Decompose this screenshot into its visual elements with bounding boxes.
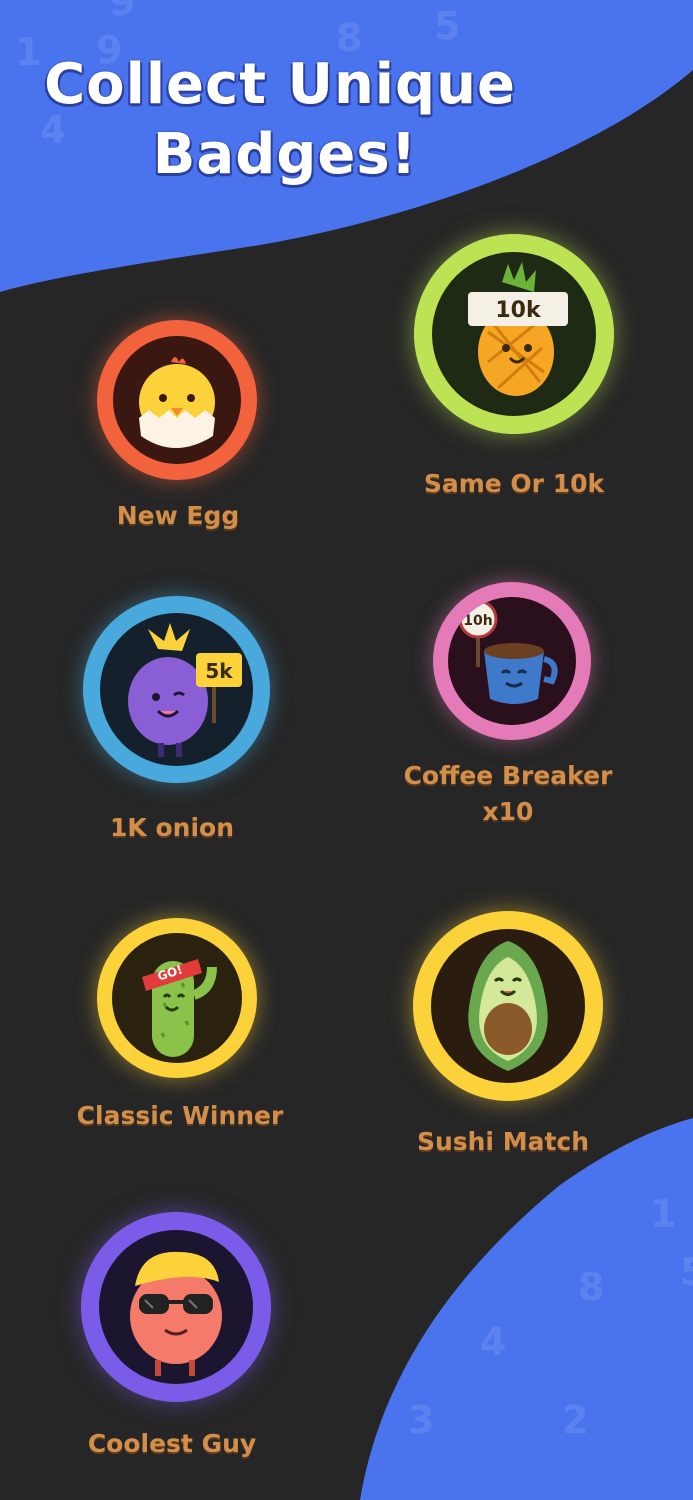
sign-text: 10h bbox=[463, 613, 492, 629]
badge-label-line-2: x10 bbox=[482, 797, 534, 826]
badge-label: Same Or 10k bbox=[423, 469, 605, 498]
onion-sign-icon: 5k bbox=[128, 623, 242, 757]
page-title: Collect Unique Badges! bbox=[0, 50, 560, 190]
bg-digit: 5 bbox=[680, 1250, 693, 1294]
badge-sushi-match[interactable] bbox=[413, 911, 603, 1101]
badge-label: 1K onion bbox=[110, 813, 234, 842]
bg-digit: 3 bbox=[408, 1398, 435, 1442]
badge-label: Coolest Guy bbox=[87, 1429, 257, 1458]
badge-label: Sushi Match bbox=[416, 1127, 590, 1156]
pineapple-sign-icon: 10k bbox=[468, 262, 568, 396]
bg-digit: 8 bbox=[578, 1265, 605, 1309]
avocado-icon bbox=[468, 941, 548, 1071]
badge-label: Classic Winner bbox=[76, 1101, 284, 1130]
coffee-cup-icon: 10h bbox=[458, 599, 558, 704]
badge-label: Coffee Breaker x10 bbox=[388, 758, 628, 830]
badge-same-or-10k[interactable]: 10k bbox=[414, 234, 614, 434]
badge-coffee-breaker[interactable]: 10h bbox=[433, 582, 591, 740]
sign-text: 5k bbox=[205, 659, 233, 683]
cool-peach-sunglasses-icon bbox=[130, 1251, 222, 1376]
badge-classic-winner[interactable]: GO! bbox=[97, 918, 257, 1078]
badge-1k-onion[interactable]: 5k bbox=[83, 596, 270, 783]
bg-digit: 9 bbox=[109, 0, 136, 24]
badge-label: New Egg bbox=[116, 501, 240, 530]
bg-digit: 2 bbox=[562, 1398, 589, 1442]
bg-digit: 4 bbox=[480, 1320, 507, 1364]
sign-text: 10k bbox=[495, 298, 542, 323]
chick-egg-icon bbox=[139, 357, 215, 448]
badge-label-line-1: Coffee Breaker bbox=[403, 761, 613, 790]
badge-coolest-guy[interactable] bbox=[81, 1212, 271, 1402]
bg-digit: 5 bbox=[434, 4, 461, 48]
cucumber-headband-icon: GO! bbox=[142, 959, 217, 1057]
title-line-1: Collect Unique bbox=[44, 52, 516, 117]
bg-digit: 1 bbox=[650, 1192, 677, 1236]
badge-new-egg[interactable] bbox=[97, 320, 257, 480]
title-line-2: Badges! bbox=[152, 122, 418, 187]
